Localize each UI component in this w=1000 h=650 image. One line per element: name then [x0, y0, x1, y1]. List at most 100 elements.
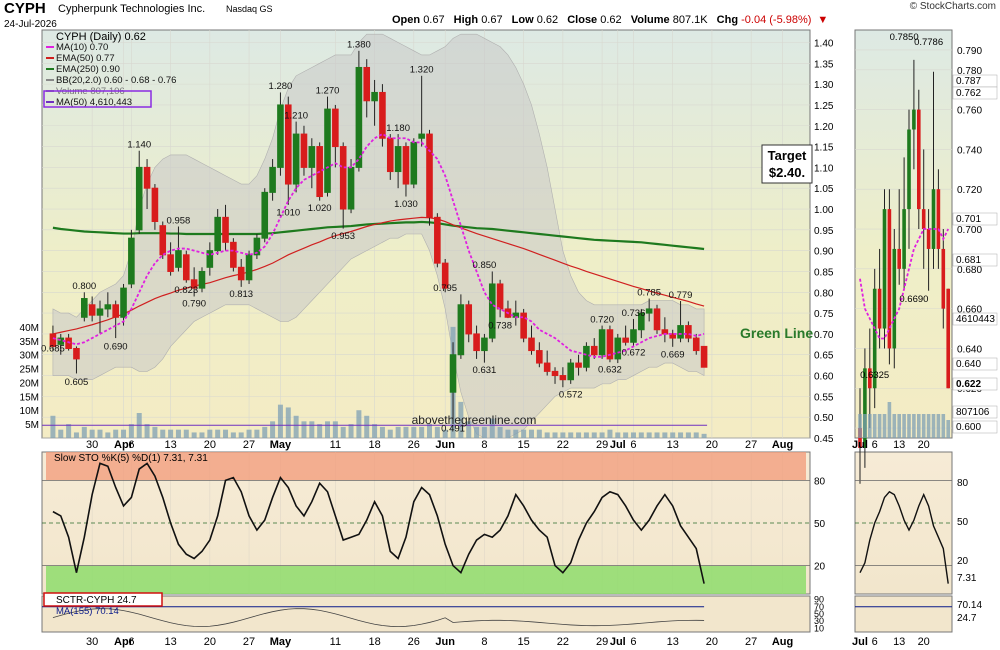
candle-body: [324, 108, 331, 193]
stoch-tick-label: 80: [814, 476, 826, 487]
volume-bar: [568, 432, 574, 438]
volume-tick-label: 15M: [20, 392, 39, 403]
zoom-value-label: 0.622: [956, 379, 981, 390]
zoom-x-label: 20: [918, 439, 930, 451]
candle-body: [261, 191, 269, 239]
volume-bar: [66, 424, 72, 438]
candle-body: [269, 166, 276, 193]
price-tick-label: 1.25: [814, 101, 834, 112]
price-annotation: 0.690: [104, 341, 128, 352]
candle-body: [449, 354, 457, 393]
zoom-volume-bar: [868, 414, 872, 438]
candle-body: [159, 225, 167, 256]
x-axis-label: 20: [204, 636, 216, 648]
zoom-candle-body: [907, 129, 911, 210]
x-axis-label: 8: [481, 636, 487, 648]
x-axis-label: Jul: [610, 439, 626, 451]
candle-body: [379, 91, 386, 139]
zoom-candle-body: [892, 248, 897, 349]
candle-body: [175, 250, 182, 268]
x-axis-label: 27: [243, 439, 255, 451]
candle-body: [347, 166, 355, 210]
candle-body: [237, 266, 245, 281]
zoom-volume-bar: [946, 420, 950, 438]
zoom-volume-bar: [936, 414, 941, 438]
volume-tick-label: 40M: [20, 323, 39, 334]
volume-bar: [521, 429, 527, 438]
zoom-volume-bar: [897, 414, 901, 438]
price-tick-label: 1.35: [814, 59, 834, 70]
zoom-price-annotation: 0.6690: [899, 294, 928, 305]
candle-body: [222, 216, 229, 243]
zoom-volume-bar: [907, 414, 911, 438]
volume-bar: [73, 432, 79, 438]
zoom-sctr-panel: [854, 595, 953, 633]
price-tick-label: 0.95: [814, 226, 834, 237]
price-annotation: 0.738: [488, 321, 512, 332]
volume-bar: [607, 429, 613, 438]
zoom-price-annotation: 0.7786: [914, 37, 943, 48]
volume-bar: [230, 432, 236, 438]
volume-bar: [623, 432, 629, 438]
zoom-x-label: 20: [918, 636, 930, 648]
volume-bar: [105, 432, 111, 438]
candle-body: [536, 350, 543, 364]
zoom-volume-bar: [877, 414, 882, 438]
zoom-tick-label: 0.760: [957, 106, 982, 117]
zoom-value-label: 0.681: [956, 255, 981, 266]
candle-body: [120, 287, 127, 318]
candle-body: [700, 345, 708, 368]
volume-bar: [152, 426, 158, 438]
legend-item: MA(10) 0.70: [56, 42, 108, 53]
candle-body: [206, 250, 214, 268]
volume-bar: [121, 429, 127, 438]
price-tick-label: 0.45: [814, 434, 834, 445]
volume-bar: [685, 432, 691, 438]
x-axis-label: 13: [164, 636, 176, 648]
price-tick-label: 0.55: [814, 392, 834, 403]
volume-bar: [356, 410, 362, 438]
candle-body: [96, 308, 104, 316]
zoom-volume-bar: [872, 414, 877, 438]
zoom-x-label: 13: [893, 636, 905, 648]
candle-body: [182, 254, 190, 281]
candle-body: [630, 329, 637, 343]
candle-body: [559, 375, 567, 381]
volume-bar: [387, 429, 393, 438]
volume-bar: [395, 426, 401, 438]
candle-body: [402, 146, 410, 185]
candle-body: [426, 133, 433, 218]
price-annotation: 1.180: [386, 123, 410, 134]
candle-body: [88, 304, 96, 316]
volume-bar: [191, 432, 197, 438]
candle-body: [653, 308, 661, 331]
volume-bar: [325, 421, 331, 438]
x-axis-label: 6: [128, 636, 134, 648]
volume-tick-label: 30M: [20, 351, 39, 362]
legend-item: EMA(50) 0.77: [56, 53, 115, 64]
volume-bar: [419, 426, 425, 438]
x-axis-label: 29: [596, 439, 608, 451]
zoom-volume-bar: [902, 414, 906, 438]
zoom-x-label: 6: [872, 439, 878, 451]
price-annotation: 0.736: [622, 308, 646, 319]
candle-body: [575, 362, 582, 368]
volume-bar: [262, 426, 268, 438]
x-axis-label: 26: [408, 439, 420, 451]
volume-bar: [175, 429, 181, 438]
candle-body: [685, 325, 692, 339]
zoom-x-label: Jul: [852, 439, 868, 451]
zoom-candle-body: [941, 248, 946, 309]
volume-bar: [638, 432, 644, 438]
candle-body: [551, 370, 559, 377]
zoom-candle-body: [931, 189, 936, 249]
volume-bar: [97, 429, 103, 438]
price-tick-label: 1.15: [814, 143, 834, 154]
x-axis-label: 6: [630, 439, 636, 451]
stock-chart[interactable]: 0.45 0.50 0.55 0.60 0.65 0.70 0.75 0.80 0.85 0.90…: [0, 0, 1000, 650]
volume-bar: [552, 432, 558, 438]
candle-body: [543, 362, 551, 372]
price-tick-label: 1.40: [814, 38, 834, 49]
candle-body: [128, 237, 135, 285]
candle-body: [135, 166, 143, 231]
